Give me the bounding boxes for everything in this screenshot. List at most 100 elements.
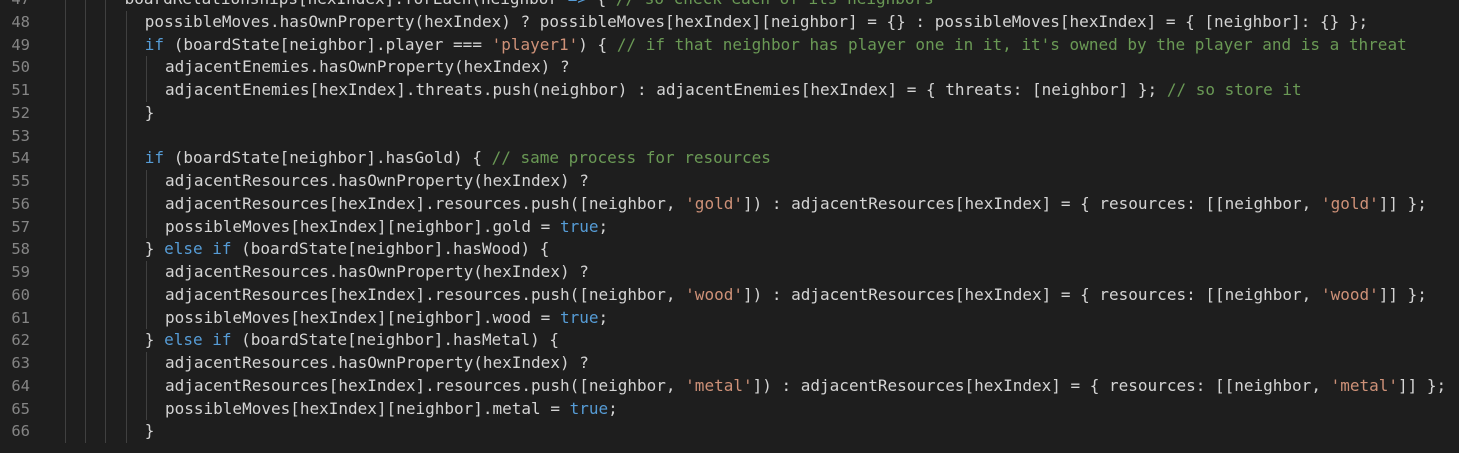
line-number: 57 — [11, 217, 30, 236]
indent-guide — [85, 170, 87, 193]
indent-guide — [85, 33, 87, 57]
indent-guide — [125, 147, 127, 170]
indent-guide — [85, 238, 87, 261]
indent-guide — [125, 79, 127, 102]
code-line[interactable]: adjacentEnemies[hexIndex].threats.push(n… — [64, 79, 1459, 102]
indent-guide — [125, 352, 127, 375]
code-line[interactable]: possibleMoves[hexIndex][neighbor].wood =… — [64, 306, 1459, 330]
indent-guide — [65, 192, 66, 216]
indent-guide — [105, 215, 107, 239]
code-line[interactable]: possibleMoves[hexIndex][neighbor].gold =… — [64, 215, 1459, 239]
indent-guide — [125, 170, 127, 193]
code-token: adjacentResources[hexIndex].resources.pu… — [165, 284, 686, 304]
code-line[interactable]: adjacentResources[hexIndex].resources.pu… — [64, 374, 1459, 398]
code-line[interactable]: if (boardState[neighbor].hasGold) { // s… — [64, 147, 1459, 170]
indent-guide — [105, 0, 107, 11]
code-line[interactable]: adjacentResources[hexIndex].resources.pu… — [64, 283, 1459, 307]
indent-guide — [85, 306, 87, 330]
code-line[interactable]: adjacentEnemies.hasOwnProperty(hexIndex)… — [64, 56, 1459, 79]
code-token: adjacentResources.hasOwnProperty(hexInde… — [165, 262, 589, 281]
indent-guide — [105, 238, 107, 261]
code-line-content: possibleMoves[hexIndex][neighbor].wood =… — [165, 307, 608, 330]
code-token: } — [144, 239, 165, 259]
line-number: 60 — [11, 285, 30, 304]
keyword-token: if — [144, 148, 165, 168]
keyword-token: else if — [164, 330, 232, 350]
code-line[interactable]: } — [64, 101, 1459, 125]
indent-guide — [85, 101, 87, 125]
indent-guide — [125, 238, 127, 261]
code-line[interactable]: } else if (boardState[neighbor].hasMetal… — [64, 329, 1459, 352]
indent-guide — [65, 352, 66, 375]
indent-guide — [105, 306, 107, 330]
code-token: (boardState[neighbor].hasWood) { — [231, 239, 550, 259]
code-line[interactable]: } else if (boardState[neighbor].hasWood)… — [64, 238, 1459, 261]
indent-guide — [125, 124, 127, 148]
indent-guide — [85, 420, 87, 443]
code-line-content: } — [145, 420, 155, 443]
comment-token: // same process for resources — [491, 148, 771, 168]
indent-guide — [65, 124, 66, 148]
code-line[interactable]: adjacentResources[hexIndex].resources.pu… — [64, 192, 1459, 216]
code-token: ; — [608, 398, 618, 418]
indent-guide — [65, 10, 66, 34]
code-line[interactable] — [64, 124, 1459, 148]
comment-token: // if that neighbor has player one in it… — [616, 34, 1407, 54]
indent-guide — [85, 147, 87, 170]
string-token: 'metal' — [685, 375, 753, 395]
code-line[interactable]: boardRelationships[hexIndex].forEach(nei… — [64, 0, 1459, 11]
indent-guide — [105, 329, 107, 352]
code-line[interactable]: possibleMoves[hexIndex][neighbor].metal … — [64, 397, 1459, 421]
indent-guide — [65, 261, 66, 284]
indent-guide — [85, 192, 87, 216]
indent-guide — [85, 374, 87, 398]
code-line[interactable]: adjacentResources.hasOwnProperty(hexInde… — [64, 261, 1459, 284]
line-number: 51 — [11, 81, 30, 99]
indent-guide — [65, 0, 66, 11]
indent-guide — [85, 79, 87, 102]
code-line[interactable]: adjacentResources.hasOwnProperty(hexInde… — [64, 352, 1459, 375]
code-token: possibleMoves[hexIndex][neighbor].wood = — [165, 307, 560, 327]
indent-guide — [105, 56, 107, 79]
code-line-content: adjacentResources.hasOwnProperty(hexInde… — [165, 170, 589, 193]
code-line[interactable]: } — [64, 420, 1459, 443]
indent-guide — [145, 352, 147, 375]
indent-guide — [125, 215, 127, 239]
line-number: 49 — [11, 35, 30, 54]
code-token: } — [144, 330, 165, 350]
indent-guide — [65, 397, 66, 421]
indent-guide — [65, 56, 66, 79]
indent-guide — [105, 261, 107, 284]
code-token: { — [587, 0, 616, 8]
indent-guide — [65, 306, 66, 330]
code-token: possibleMoves[hexIndex][neighbor].gold = — [165, 216, 560, 236]
code-line-content: adjacentResources[hexIndex].resources.pu… — [165, 375, 1446, 398]
indent-guide — [145, 306, 147, 330]
indent-guide — [125, 261, 127, 284]
line-number: 52 — [11, 103, 30, 122]
code-area[interactable]: boardRelationships[hexIndex].forEach(nei… — [64, 0, 1459, 453]
indent-guide — [105, 283, 107, 307]
indent-guide — [65, 238, 66, 261]
indent-guide — [125, 374, 127, 398]
code-token: } — [144, 421, 155, 441]
code-line[interactable]: if (boardState[neighbor].player === 'pla… — [64, 33, 1459, 57]
indent-guide — [125, 283, 127, 307]
line-number: 64 — [11, 376, 30, 395]
keyword-token: true — [569, 398, 609, 418]
indent-guide — [85, 10, 87, 34]
keyword-token: true — [559, 216, 599, 236]
indent-guide — [65, 33, 66, 57]
code-line[interactable]: adjacentResources.hasOwnProperty(hexInde… — [64, 170, 1459, 193]
indent-guide — [105, 374, 107, 398]
indent-guide — [145, 261, 147, 284]
code-editor[interactable]: 4748 49 50 51 52 53 54 55 56 57 58 59 60 61 62 63 64 65 66… — [0, 0, 1459, 453]
indent-guide — [125, 56, 127, 79]
code-line-content: } else if (boardState[neighbor].hasMetal… — [145, 329, 559, 352]
code-token: (boardState[neighbor].hasMetal) { — [231, 330, 560, 350]
code-line-content: } — [145, 102, 155, 125]
indent-guide — [125, 192, 127, 216]
keyword-token: => — [568, 0, 587, 8]
line-number: 56 — [11, 194, 30, 213]
code-line[interactable]: possibleMoves.hasOwnProperty(hexIndex) ?… — [64, 10, 1459, 34]
